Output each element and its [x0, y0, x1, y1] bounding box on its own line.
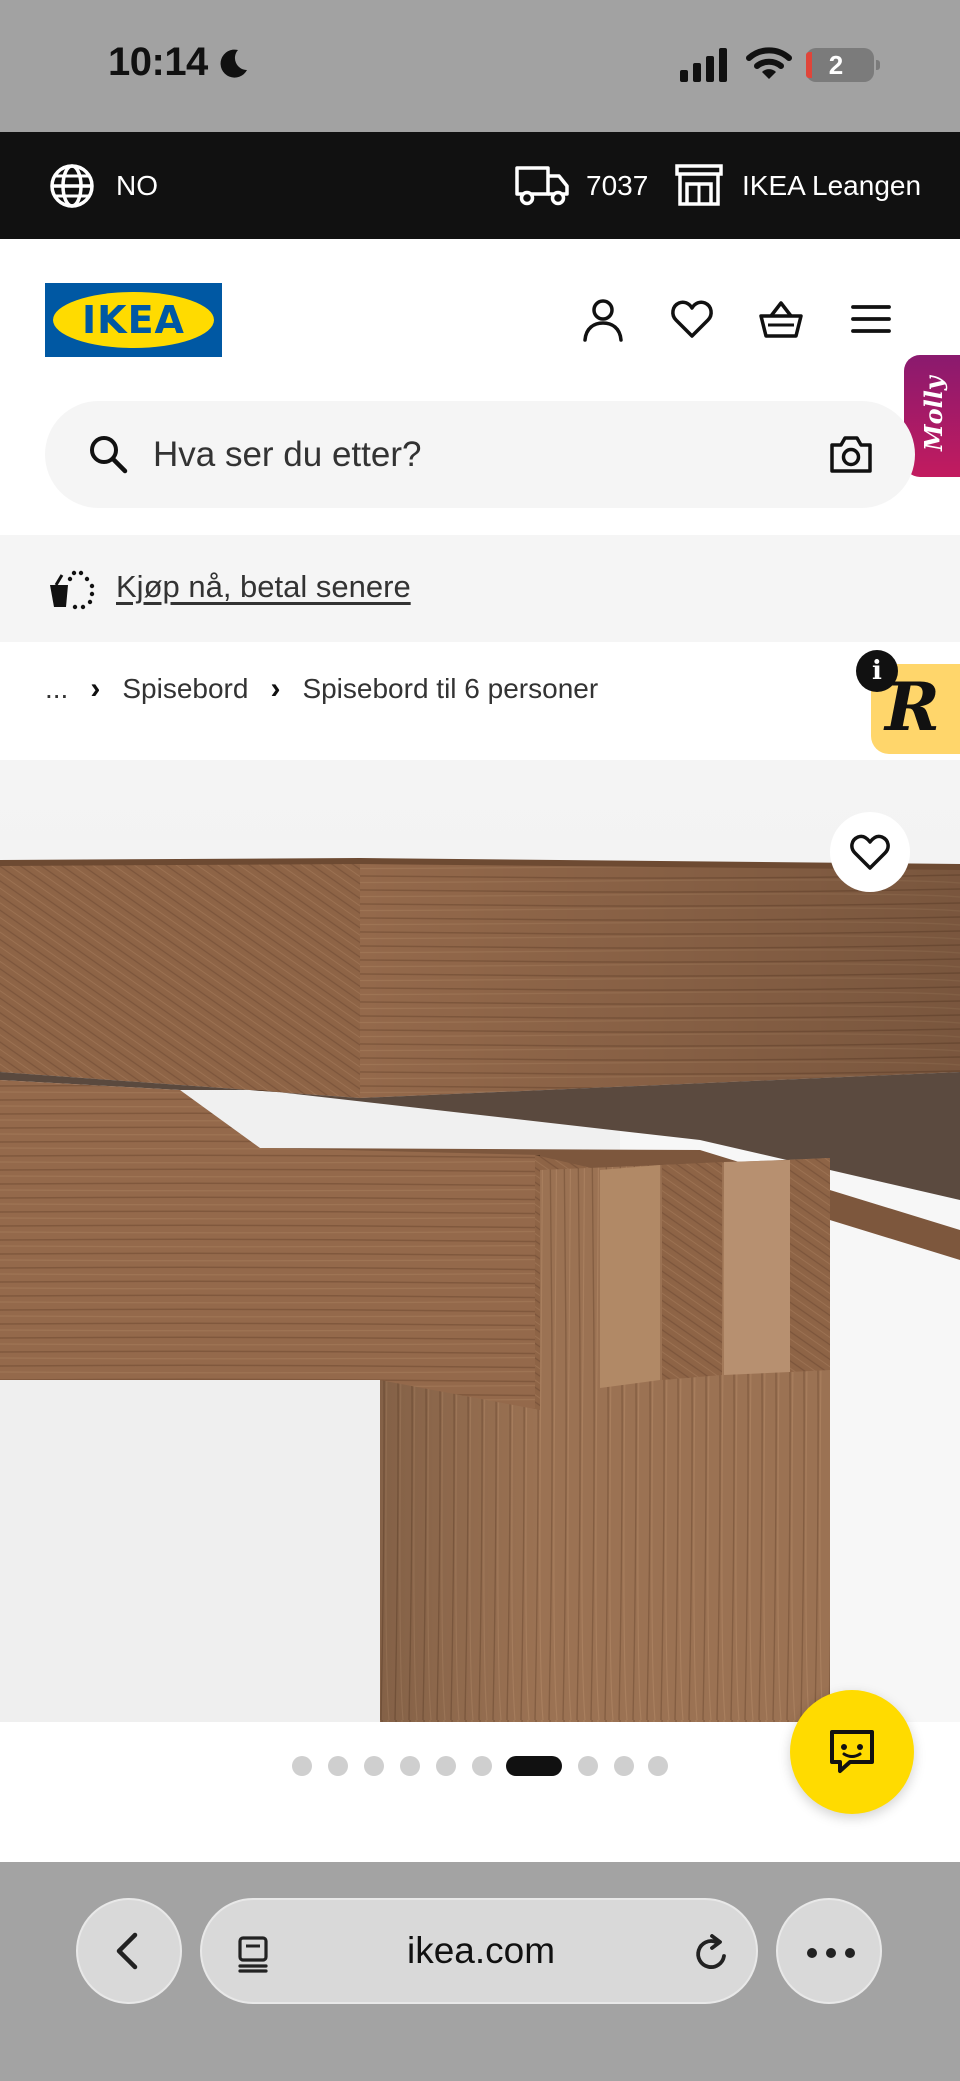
buy-now-basket-icon — [50, 570, 95, 610]
delivery-truck-icon[interactable] — [514, 162, 570, 208]
carousel-dot[interactable] — [472, 1756, 492, 1776]
breadcrumb-ellipsis[interactable]: ... — [45, 673, 68, 705]
tabletop-end-face — [0, 862, 360, 1098]
joint-3 — [724, 1160, 790, 1375]
account-icon[interactable] — [580, 296, 626, 342]
search-input[interactable] — [153, 429, 803, 481]
more-button[interactable] — [776, 1898, 882, 2004]
status-time: 10:14 — [108, 40, 208, 84]
search-bar[interactable] — [45, 401, 915, 508]
store-name[interactable]: IKEA Leangen — [742, 170, 921, 202]
globe-icon[interactable] — [48, 162, 96, 210]
back-button[interactable] — [76, 1898, 182, 2004]
carousel-dot[interactable] — [292, 1756, 312, 1776]
wifi-icon — [746, 47, 792, 79]
battery-level: 2 — [828, 50, 844, 80]
carousel-dot[interactable] — [364, 1756, 384, 1776]
cellular-signal-icon — [680, 48, 727, 82]
breadcrumb-chevron-icon: › — [270, 672, 281, 705]
browser-toolbar: ikea.com — [0, 1862, 960, 2081]
breadcrumb-item-spisebord[interactable]: Spisebord — [122, 673, 248, 705]
carousel-dot[interactable] — [400, 1756, 420, 1776]
shopping-basket-icon[interactable] — [758, 296, 804, 342]
joint-4 — [790, 1158, 830, 1372]
store-icon[interactable] — [674, 162, 724, 208]
wishlist-heart-icon[interactable] — [669, 296, 715, 342]
language-selector[interactable]: NO — [116, 170, 158, 202]
leg-side-shade — [380, 1380, 540, 1722]
product-image[interactable] — [0, 760, 960, 1722]
breadcrumb: ... › Spisebord › Spisebord til 6 person… — [45, 672, 598, 706]
carousel-dot[interactable] — [328, 1756, 348, 1776]
carousel-dot[interactable] — [614, 1756, 634, 1776]
carousel-dot[interactable] — [578, 1756, 598, 1776]
joint-2 — [662, 1162, 722, 1380]
molly-label: Molly — [919, 374, 948, 452]
camera-icon[interactable] — [829, 433, 873, 475]
menu-icon[interactable] — [848, 296, 894, 342]
tabletop-shade — [360, 862, 960, 1098]
carousel-dot[interactable] — [436, 1756, 456, 1776]
carousel-dot-active[interactable] — [506, 1756, 562, 1776]
top-bar: NO 7037 IKEA Leangen — [0, 132, 960, 239]
heart-icon — [850, 834, 890, 870]
logo-text: IKEA — [82, 298, 185, 342]
apron-rail — [0, 1080, 540, 1410]
moon-icon — [220, 49, 247, 78]
buy-now-pay-later-link[interactable]: Kjøp nå, betal senere — [116, 569, 411, 605]
address-bar[interactable]: ikea.com — [200, 1898, 758, 2004]
image-wishlist-button[interactable] — [830, 812, 910, 892]
ikea-logo[interactable]: IKEA — [45, 283, 222, 357]
buy-now-pay-later-banner: Kjøp nå, betal senere — [0, 535, 960, 642]
back-icon — [116, 1932, 138, 1970]
table-photo — [0, 858, 960, 1722]
search-icon[interactable] — [87, 433, 129, 475]
battery-icon: 2 — [806, 48, 880, 82]
postcode[interactable]: 7037 — [586, 170, 648, 202]
joint-1 — [600, 1165, 660, 1388]
background-left — [0, 1380, 380, 1722]
carousel-dot[interactable] — [648, 1756, 668, 1776]
breadcrumb-chevron-icon: › — [90, 672, 101, 705]
reload-icon[interactable] — [692, 1934, 732, 1974]
breadcrumb-item-spisebord-6-personer[interactable]: Spisebord til 6 personer — [302, 673, 598, 705]
info-icon[interactable]: i — [856, 650, 898, 692]
url-text: ikea.com — [406, 1930, 556, 1971]
battery-nub — [876, 60, 880, 70]
more-icon — [807, 1948, 855, 1958]
page: 10:14 2 NO 7037 IKEA Leangen IKEA Molly … — [0, 0, 960, 2081]
status-bar: 10:14 2 — [0, 0, 960, 132]
chat-button[interactable] — [790, 1690, 914, 1814]
chat-icon — [830, 1730, 874, 1773]
